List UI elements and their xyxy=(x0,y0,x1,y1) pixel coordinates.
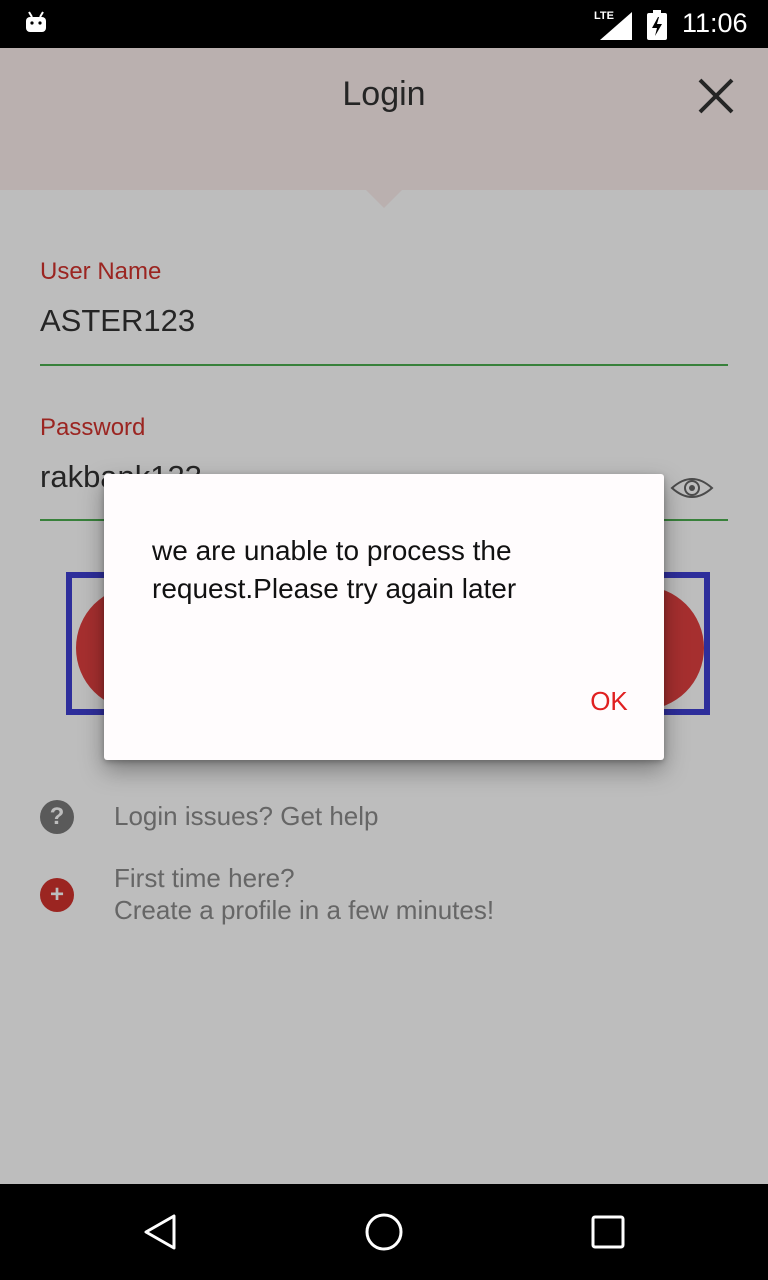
error-dialog: we are unable to process the request.Ple… xyxy=(104,474,664,760)
navigation-bar xyxy=(0,1184,768,1280)
back-icon[interactable] xyxy=(136,1208,184,1256)
recents-icon[interactable] xyxy=(584,1208,632,1256)
home-icon[interactable] xyxy=(360,1208,408,1256)
signal-icon xyxy=(600,12,632,40)
battery-charging-icon xyxy=(647,10,667,40)
ok-button[interactable]: OK xyxy=(564,686,654,717)
dialog-message: we are unable to process the request.Ple… xyxy=(152,535,517,604)
clock: 11:06 xyxy=(682,8,748,38)
android-icon xyxy=(26,11,46,32)
status-bar: LTE 11:06 xyxy=(0,0,768,48)
